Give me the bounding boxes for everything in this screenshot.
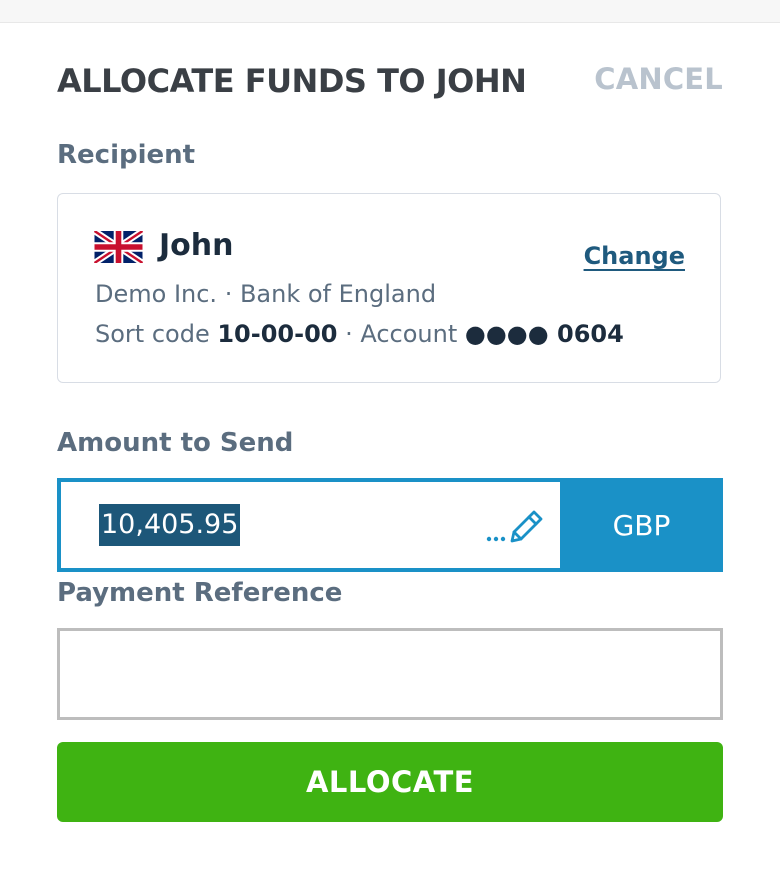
payment-reference-input[interactable] — [57, 628, 723, 720]
account-label: Account — [360, 320, 458, 348]
recipient-card: John Change Demo Inc. · Bank of England … — [57, 193, 721, 383]
recipient-company: Demo Inc. — [95, 280, 218, 308]
amount-field: 10,405.95 GBP — [57, 478, 723, 572]
payment-reference-label: Payment Reference — [57, 578, 343, 608]
change-recipient-link[interactable]: Change — [584, 242, 685, 270]
recipient-bank-line: Demo Inc. · Bank of England — [95, 280, 436, 308]
allocate-button[interactable]: ALLOCATE — [57, 742, 723, 822]
recipient-label: Recipient — [57, 140, 196, 170]
cancel-button[interactable]: CANCEL — [594, 62, 723, 96]
currency-selector[interactable]: GBP — [560, 478, 723, 572]
page-title: ALLOCATE FUNDS TO JOHN — [57, 62, 527, 100]
amount-input[interactable]: 10,405.95 — [57, 478, 560, 572]
uk-flag-icon — [94, 231, 143, 263]
recipient-bank: Bank of England — [239, 280, 437, 308]
recipient-name: John — [159, 228, 234, 263]
allocate-funds-panel: ALLOCATE FUNDS TO JOHN CANCEL Recipient … — [0, 0, 780, 876]
separator: · — [217, 280, 240, 308]
account-number-masked: ●●●● 0604 — [464, 320, 624, 348]
pencil-icon[interactable] — [484, 506, 546, 546]
recipient-account-line: Sort code 10-00-00 · Account ●●●● 0604 — [95, 320, 624, 348]
amount-label: Amount to Send — [57, 428, 294, 458]
separator: · — [337, 320, 361, 348]
sort-code-value: 10-00-00 — [217, 320, 338, 348]
amount-value[interactable]: 10,405.95 — [99, 504, 241, 546]
sort-code-label: Sort code — [95, 320, 210, 348]
